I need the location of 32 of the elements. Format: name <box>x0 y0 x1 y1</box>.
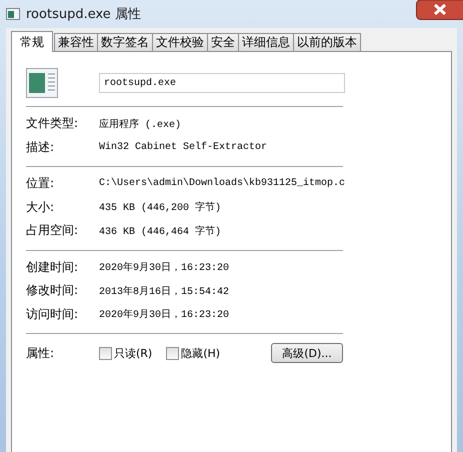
property-value: Win32 Cabinet Self-Extractor <box>99 142 268 153</box>
property-label: 文件类型: <box>26 115 80 132</box>
tab[interactable]: 兼容性 <box>54 33 98 51</box>
property-value: C:\Users\admin\Downloads\kb931125_itmop.c <box>99 178 346 190</box>
close-icon[interactable] <box>416 0 463 20</box>
property-label: 访问时间: <box>26 306 80 323</box>
property-value: 435 KB (446,200 字节) <box>99 200 222 214</box>
property-value: 436 KB (446,464 字节) <box>99 224 222 238</box>
program-window-icon <box>26 68 58 98</box>
property-label: 修改时间: <box>26 282 80 300</box>
tab[interactable]: 详细信息 <box>238 33 294 51</box>
app-window-icon <box>6 7 20 21</box>
window-title: rootsupd.exe 属性 <box>26 6 142 23</box>
property-label: 位置: <box>26 175 56 192</box>
tab[interactable]: 安全 <box>207 33 239 51</box>
property-label: 描述: <box>26 138 56 156</box>
tab[interactable]: 常规 <box>11 31 53 52</box>
tab[interactable]: 以前的版本 <box>293 33 361 51</box>
property-value: 应用程序 (.exe) <box>99 118 182 131</box>
property-label: 创建时间: <box>26 258 80 276</box>
file-name-field[interactable]: rootsupd.exe <box>99 73 345 93</box>
property-label: 大小: <box>26 198 56 216</box>
tab[interactable]: 文件校验 <box>152 33 208 51</box>
tab[interactable]: 数字签名 <box>97 33 153 51</box>
attributes-label: 属性: <box>26 344 56 362</box>
property-value: 2020年9月30日，16:23:20 <box>99 308 230 322</box>
checkbox[interactable]: 只读(R) <box>99 346 152 360</box>
property-value: 2013年8月16日，15:54:42 <box>99 285 230 298</box>
property-label: 占用空间: <box>26 222 80 240</box>
checkbox[interactable]: 隐藏(H) <box>166 346 220 360</box>
advanced-button[interactable]: 高级(D)... <box>271 343 343 363</box>
property-value: 2020年9月30日，16:23:20 <box>99 261 230 274</box>
